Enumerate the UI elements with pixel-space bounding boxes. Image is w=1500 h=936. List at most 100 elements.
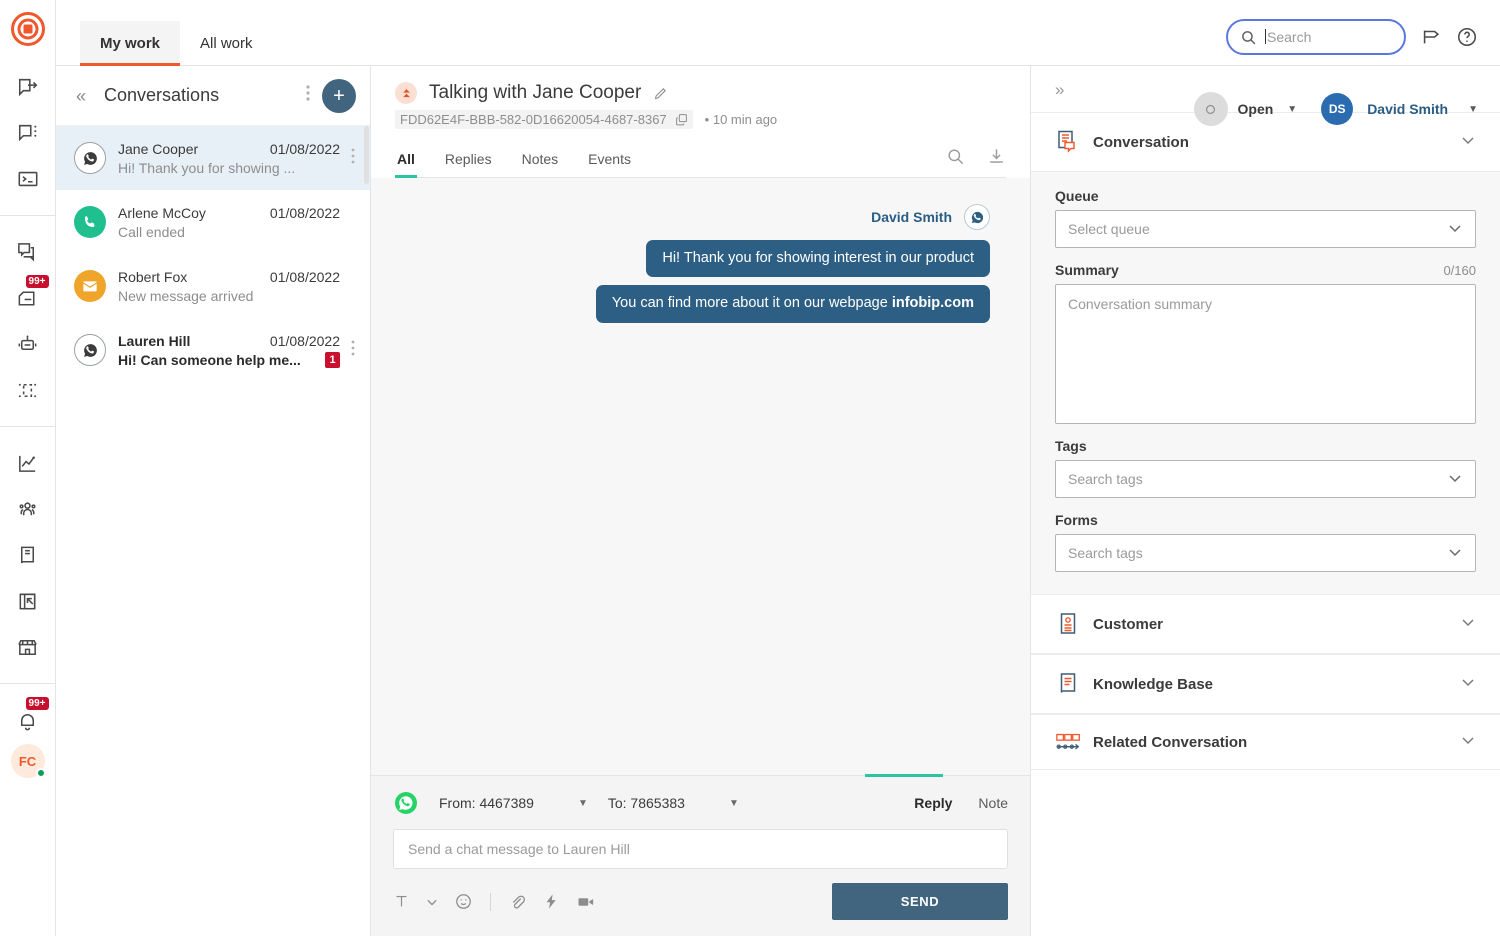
escalation-icon (395, 82, 417, 104)
text-format-icon[interactable] (393, 893, 410, 910)
rail-group-secondary: 99+ (0, 230, 55, 414)
tab-my-work[interactable]: My work (80, 21, 180, 65)
conversation-status-bar: Open ▼ DS David Smith ▼ (1194, 92, 1479, 126)
message-composer: From: 4467389 ▼ To: 7865383 ▼ Reply Note… (371, 775, 1030, 936)
status-chevron-down-icon[interactable]: ▼ (1287, 104, 1297, 115)
people-icon[interactable] (6, 487, 50, 531)
copy-icon[interactable] (675, 113, 688, 126)
send-button[interactable]: SEND (832, 883, 1008, 920)
add-conversation-button[interactable]: + (322, 79, 356, 113)
section-customer[interactable]: Customer (1031, 594, 1500, 654)
whatsapp-channel-icon (964, 204, 990, 230)
exit-chat-icon[interactable] (6, 65, 50, 109)
format-chevron-icon[interactable] (427, 897, 437, 907)
tab-note[interactable]: Note (978, 795, 1008, 811)
status-badge[interactable]: Open (1238, 101, 1274, 117)
tags-label-row: Tags (1055, 438, 1476, 454)
list-item[interactable]: Lauren Hill 01/08/2022 Hi! Can someone h… (56, 318, 370, 382)
notifications-bell-icon[interactable]: 99+ (6, 698, 50, 742)
agent-chevron-down-icon[interactable]: ▼ (1468, 104, 1478, 115)
chevron-down-icon (1447, 220, 1463, 239)
chevron-down-icon[interactable] (1460, 674, 1476, 695)
voice-avatar-icon (74, 206, 106, 238)
unread-count-badge: 1 (325, 352, 340, 368)
chevron-down-icon[interactable] (1460, 732, 1476, 753)
message-area: David Smith Hi! Thank you for showing in… (371, 178, 1030, 775)
user-avatar[interactable]: FC (11, 744, 45, 778)
help-circle-icon[interactable] (1456, 26, 1478, 48)
analytics-icon[interactable] (6, 441, 50, 485)
storefront-icon[interactable] (6, 625, 50, 669)
section-related-conversation[interactable]: Related Conversation (1031, 714, 1500, 770)
conversation-list-header: « Conversations + (56, 66, 370, 126)
book-icon[interactable] (6, 533, 50, 577)
message-preview: New message arrived (118, 288, 253, 304)
message-bubble: You can find more about it on our webpag… (596, 285, 990, 322)
list-item-more-icon[interactable] (346, 148, 360, 169)
chat-options-icon[interactable] (6, 111, 50, 155)
list-item-body: Arlene McCoy 01/08/2022 Call ended (118, 205, 346, 240)
toolbar-divider (490, 893, 491, 911)
online-status-dot (36, 768, 46, 778)
chevron-down-icon[interactable] (1460, 132, 1476, 153)
chevron-down-icon: ▼ (578, 798, 588, 809)
tab-all-work[interactable]: All work (180, 21, 273, 65)
list-item[interactable]: Robert Fox 01/08/2022 New message arrive… (56, 254, 370, 318)
tags-select[interactable]: Search tags (1055, 460, 1476, 498)
list-item-more-icon[interactable] (346, 340, 360, 361)
infobip-logo[interactable] (11, 12, 45, 51)
download-icon[interactable] (987, 147, 1006, 166)
conversations-copy-icon[interactable] (6, 230, 50, 274)
assigned-agent-name[interactable]: David Smith (1367, 101, 1448, 117)
message-link[interactable]: infobip.com (892, 295, 974, 311)
details-side-panel: » Conversation Queue Select queue Summar… (1030, 66, 1500, 936)
archive-badge: 99+ (26, 275, 49, 288)
search-icon[interactable] (946, 147, 965, 166)
forms-label: Forms (1055, 512, 1098, 528)
to-number-select[interactable]: To: 7865383 ▼ (608, 795, 739, 811)
chevron-double-left-icon[interactable]: « (76, 87, 86, 105)
chevron-double-right-icon[interactable]: » (1055, 81, 1064, 98)
attachment-icon[interactable] (508, 893, 526, 911)
tab-reply[interactable]: Reply (914, 795, 952, 811)
conversation-list-panel: « Conversations + Jane Cooper 01/08/2022… (56, 66, 371, 936)
tab-notes[interactable]: Notes (522, 143, 559, 177)
message-preview: Call ended (118, 224, 185, 240)
message-text: Hi! Thank you for showing interest in ou… (662, 250, 974, 266)
message-input[interactable]: Send a chat message to Lauren Hill (393, 829, 1008, 869)
video-icon[interactable] (577, 894, 595, 910)
megaphone-icon[interactable] (1420, 26, 1442, 48)
tab-all[interactable]: All (397, 143, 415, 177)
queue-select[interactable]: Select queue (1055, 210, 1476, 248)
conversation-date: 01/08/2022 (270, 205, 346, 221)
conversations-more-icon[interactable] (306, 84, 310, 107)
from-number-select[interactable]: From: 4467389 ▼ (439, 795, 588, 811)
forms-icon[interactable] (6, 579, 50, 623)
emoji-icon[interactable] (454, 892, 473, 911)
whatsapp-icon (393, 790, 419, 816)
flow-icon[interactable] (6, 368, 50, 412)
forms-placeholder: Search tags (1068, 545, 1143, 561)
conversation-list-scrollbar[interactable] (364, 126, 369, 184)
message-input-placeholder: Send a chat message to Lauren Hill (408, 841, 630, 857)
pencil-icon[interactable] (653, 86, 668, 101)
related-conversation-icon (1055, 731, 1085, 753)
terminal-icon[interactable] (6, 157, 50, 201)
conversation-date: 01/08/2022 (270, 269, 346, 285)
search-input[interactable]: Search (1226, 19, 1406, 55)
tags-label: Tags (1055, 438, 1087, 454)
tab-events-label: Events (588, 151, 631, 167)
tab-events[interactable]: Events (588, 143, 631, 177)
forms-select[interactable]: Search tags (1055, 534, 1476, 572)
section-knowledge-base[interactable]: Knowledge Base (1031, 654, 1500, 714)
quick-reply-icon[interactable] (543, 893, 560, 910)
summary-textarea[interactable]: Conversation summary (1055, 284, 1476, 424)
chatbot-icon[interactable] (6, 322, 50, 366)
queue-label-row: Queue (1055, 188, 1476, 204)
list-item[interactable]: Jane Cooper 01/08/2022 Hi! Thank you for… (56, 126, 370, 190)
archive-icon[interactable]: 99+ (6, 276, 50, 320)
tab-replies[interactable]: Replies (445, 143, 492, 177)
chevron-down-icon[interactable] (1460, 614, 1476, 635)
message-row: You can find more about it on our webpag… (411, 285, 990, 322)
list-item[interactable]: Arlene McCoy 01/08/2022 Call ended (56, 190, 370, 254)
